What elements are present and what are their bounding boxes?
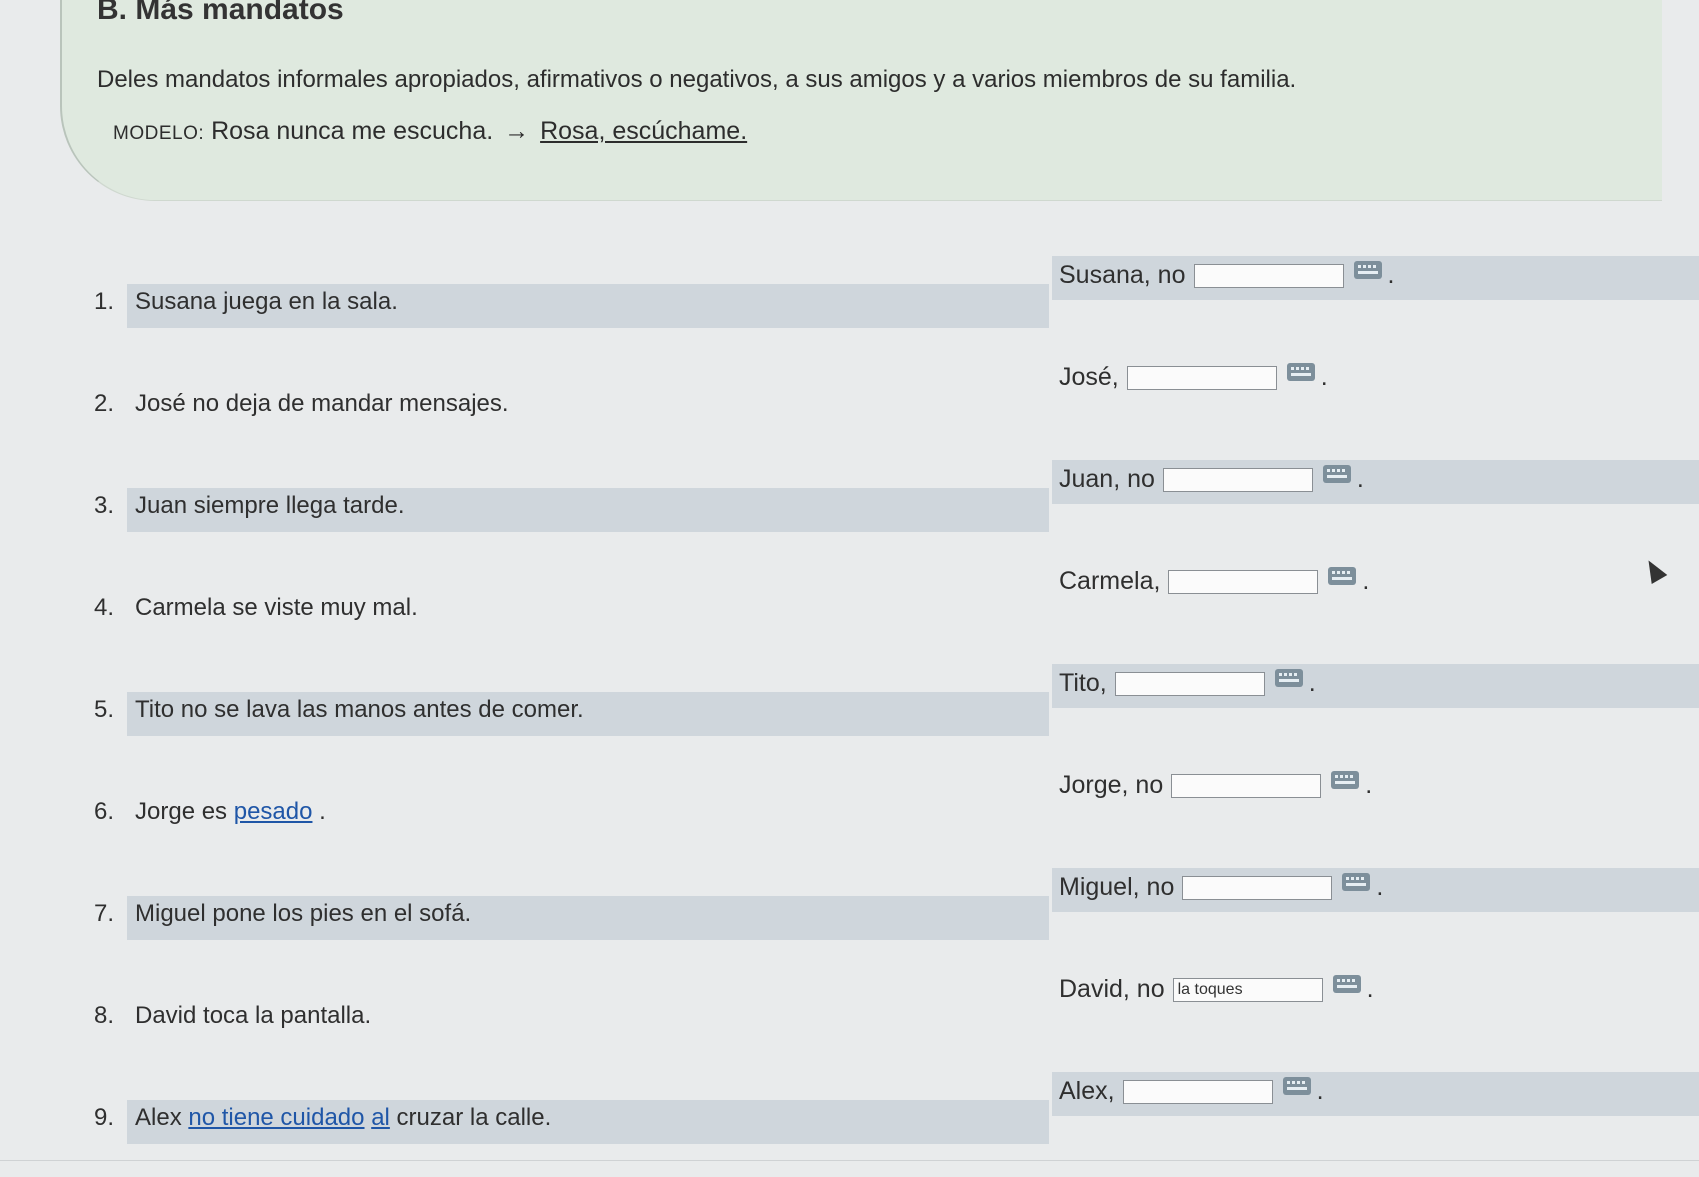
answer-prompt: Alex,. xyxy=(1059,1076,1324,1106)
item-number: 1. xyxy=(94,288,115,315)
sentence-text: Tito no se lava las manos antes de comer… xyxy=(135,696,584,723)
item-number: 5. xyxy=(94,696,115,723)
sentence-text: Susana juega en la sala. xyxy=(135,288,398,315)
item-sentence: Miguel pone los pies en el sofá. xyxy=(135,900,471,928)
arrow-icon: → xyxy=(504,117,530,145)
item-number: 4. xyxy=(94,594,115,621)
prompt-label: Tito, xyxy=(1059,669,1107,697)
item-sentence: Tito no se lava las manos antes de comer… xyxy=(135,696,584,724)
prompt-label: David, no xyxy=(1059,975,1165,1003)
answer-input[interactable] xyxy=(1193,263,1344,288)
item-number: 8. xyxy=(94,1002,115,1029)
item-number: 2. xyxy=(94,390,115,417)
sentence-text: cruzar la calle. xyxy=(389,1104,552,1131)
answer-input[interactable] xyxy=(1162,467,1313,492)
prompt-label: Miguel, no xyxy=(1059,873,1175,901)
answer-input[interactable] xyxy=(1122,1079,1273,1104)
answer-prompt: Miguel, no. xyxy=(1059,872,1384,902)
answer-prompt: Susana, no. xyxy=(1059,260,1395,290)
prompt-label: Alex, xyxy=(1059,1077,1115,1105)
section-heading: B. Más mandatos xyxy=(97,0,344,26)
item-sentence: José no deja de mandar mensajes. xyxy=(135,390,509,418)
modelo-label: MODELO: xyxy=(113,123,205,144)
item-number: 7. xyxy=(94,900,115,927)
keyboard-icon[interactable] xyxy=(1286,362,1315,381)
item-sentence: Jorge es pesado . xyxy=(135,798,326,826)
answer-prompt: José,. xyxy=(1059,362,1328,392)
item-sentence: Susana juega en la sala. xyxy=(135,288,398,316)
keyboard-icon[interactable] xyxy=(1342,872,1371,891)
prompt-label: Carmela, xyxy=(1059,567,1161,595)
list-item: 5. Tito no se lava las manos antes de com… xyxy=(0,663,1699,765)
sentence-text: Miguel pone los pies en el sofá. xyxy=(135,900,472,927)
sentence-text: Carmela se viste muy mal. xyxy=(135,594,418,621)
item-number: 6. xyxy=(94,798,115,825)
keyboard-icon[interactable] xyxy=(1332,974,1361,993)
answer-input[interactable] xyxy=(1126,365,1277,390)
instructions-text: Deles mandatos informales apropiados, af… xyxy=(97,66,1297,93)
prompt-period: . xyxy=(1308,669,1316,697)
answer-prompt: Juan, no. xyxy=(1059,464,1364,494)
prompt-period: . xyxy=(1365,771,1373,799)
answer-prompt: Tito,. xyxy=(1059,668,1316,698)
list-item: 9. Alex no tiene cuidado al cruzar la cal… xyxy=(0,1071,1699,1173)
item-sentence: David toca la pantalla. xyxy=(135,1002,371,1030)
prompt-period: . xyxy=(1316,1077,1324,1105)
answer-prompt: David, no la toques. xyxy=(1059,974,1374,1004)
list-item: 4. Carmela se viste muy mal. Carmela,. xyxy=(0,561,1699,663)
sentence-text: David toca la pantalla. xyxy=(135,1002,372,1029)
list-item: 1. Susana juega en la sala. Susana, no. xyxy=(0,255,1699,357)
modelo-answer: Rosa, escúchame. xyxy=(540,117,748,145)
divider xyxy=(0,1160,1699,1161)
prompt-label: José, xyxy=(1059,363,1119,391)
answer-input[interactable] xyxy=(1114,671,1265,696)
answer-prompt: Jorge, no. xyxy=(1059,770,1373,800)
list-item: 2. José no deja de mandar mensajes. José,. xyxy=(0,357,1699,459)
sentence-text: Jorge es xyxy=(135,798,234,825)
vocabulary-link[interactable]: al xyxy=(371,1104,390,1131)
sentence-text: José no deja de mandar mensajes. xyxy=(135,390,509,417)
keyboard-icon[interactable] xyxy=(1274,668,1303,687)
sentence-text: . xyxy=(312,798,326,825)
prompt-period: . xyxy=(1387,261,1395,289)
list-item: 3. Juan siempre llega tarde. Juan, no. xyxy=(0,459,1699,561)
answer-input[interactable] xyxy=(1182,875,1333,900)
list-item: 6. Jorge es pesado . Jorge, no. xyxy=(0,765,1699,867)
modelo-example: MODELO: Rosa nunca me escucha. → Rosa, e… xyxy=(113,117,747,146)
answer-input[interactable] xyxy=(1168,569,1319,594)
prompt-label: Jorge, no xyxy=(1059,771,1164,799)
keyboard-icon[interactable] xyxy=(1282,1076,1311,1095)
keyboard-icon[interactable] xyxy=(1328,566,1357,585)
keyboard-icon[interactable] xyxy=(1353,260,1382,279)
answer-input[interactable]: la toques xyxy=(1172,977,1323,1002)
instruction-panel xyxy=(60,0,1662,201)
answer-prompt: Carmela,. xyxy=(1059,566,1370,596)
prompt-label: Susana, no xyxy=(1059,261,1186,289)
prompt-period: . xyxy=(1366,975,1374,1003)
answer-input[interactable] xyxy=(1171,773,1322,798)
item-sentence: Juan siempre llega tarde. xyxy=(135,492,404,520)
list-item: 8. David toca la pantalla. David, no la toq… xyxy=(0,969,1699,1071)
prompt-period: . xyxy=(1320,363,1328,391)
sentence-text: Juan siempre llega tarde. xyxy=(135,492,405,519)
vocabulary-link[interactable]: no tiene cuidado xyxy=(188,1104,364,1131)
item-sentence: Alex no tiene cuidado al cruzar la calle… xyxy=(135,1104,551,1132)
sentence-text: Alex xyxy=(135,1104,189,1131)
keyboard-icon[interactable] xyxy=(1322,464,1351,483)
prompt-period: . xyxy=(1356,465,1364,493)
vocabulary-link[interactable]: pesado xyxy=(234,798,313,825)
prompt-label: Juan, no xyxy=(1059,465,1155,493)
prompt-period: . xyxy=(1362,567,1370,595)
item-number: 3. xyxy=(94,492,115,519)
modelo-sentence: Rosa nunca me escucha. xyxy=(211,117,494,145)
keyboard-icon[interactable] xyxy=(1331,770,1360,789)
item-sentence: Carmela se viste muy mal. xyxy=(135,594,418,622)
item-number: 9. xyxy=(94,1104,115,1131)
list-item: 7. Miguel pone los pies en el sofá. Miguel… xyxy=(0,867,1699,969)
prompt-period: . xyxy=(1376,873,1384,901)
